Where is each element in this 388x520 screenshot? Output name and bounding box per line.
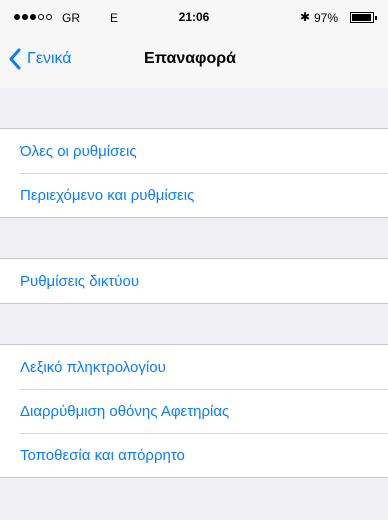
settings-group-reset: Όλες οι ρυθμίσεις Περιεχόμενο και ρυθμίσ…: [0, 128, 388, 218]
group-spacer: [0, 304, 388, 344]
reset-keyboard-dictionary-row[interactable]: Λεξικό πληκτρολογίου: [0, 345, 388, 389]
bluetooth-icon: ✱: [300, 10, 311, 24]
reset-home-screen-layout-row[interactable]: Διαρρύθμιση οθόνης Αφετηρίας: [0, 389, 388, 433]
battery-icon: [350, 12, 377, 23]
battery-fill: [352, 14, 372, 21]
back-button-label: Γενικά: [27, 50, 72, 67]
navigation-bar: Γενικά Επαναφορά: [0, 38, 388, 88]
group-spacer: [0, 88, 388, 128]
group-spacer: [0, 218, 388, 258]
erase-content-settings-row[interactable]: Περιεχόμενο και ρυθμίσεις: [0, 173, 388, 217]
top-bar: GR E 21:06 ✱ 97% Γενικά Επαναφορά: [0, 0, 388, 89]
settings-group-other: Λεξικό πληκτρολογίου Διαρρύθμιση οθόνης …: [0, 344, 388, 478]
chevron-left-icon: [9, 48, 21, 70]
page-title: Επαναφορά: [144, 50, 236, 67]
reset-network-settings-row[interactable]: Ρυθμίσεις δικτύου: [0, 259, 388, 303]
ios-settings-screen: GR E 21:06 ✱ 97% Γενικά Επαναφορά Όλες ο…: [0, 0, 388, 520]
reset-all-settings-row[interactable]: Όλες οι ρυθμίσεις: [0, 129, 388, 173]
settings-list: Όλες οι ρυθμίσεις Περιεχόμενο και ρυθμίσ…: [0, 88, 388, 478]
settings-group-network: Ρυθμίσεις δικτύου: [0, 258, 388, 304]
battery-percent: 97%: [314, 11, 339, 25]
status-bar: GR E 21:06 ✱ 97%: [0, 0, 388, 38]
back-button[interactable]: Γενικά: [8, 48, 72, 70]
reset-location-privacy-row[interactable]: Τοποθεσία και απόρρητο: [0, 433, 388, 477]
